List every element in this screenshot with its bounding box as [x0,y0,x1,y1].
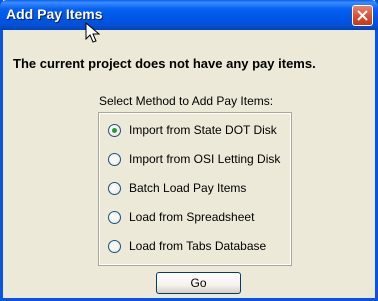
radio-selected-icon[interactable] [108,123,121,137]
close-button[interactable] [352,5,373,26]
option-label: Import from State DOT Disk [129,123,277,137]
mouse-pointer-icon [85,22,101,43]
no-pay-items-message: The current project does not have any pa… [13,56,316,71]
option-batch-load[interactable]: Batch Load Pay Items [108,179,246,197]
option-label: Load from Tabs Database [129,239,267,253]
option-label: Load from Spreadsheet [129,210,255,224]
radio-icon[interactable] [108,239,121,253]
option-label: Import from OSI Letting Disk [129,152,281,166]
option-load-spreadsheet[interactable]: Load from Spreadsheet [108,208,254,226]
dialog-title: Add Pay Items [6,6,103,22]
option-import-osi-letting[interactable]: Import from OSI Letting Disk [108,150,280,168]
option-label: Batch Load Pay Items [129,181,247,195]
title-bar[interactable]: Add Pay Items [0,0,378,30]
radio-icon[interactable] [108,181,121,195]
select-method-label: Select Method to Add Pay Items: [99,94,274,108]
radio-icon[interactable] [108,152,121,166]
dialog-window: Add Pay Items The current project does n… [0,0,378,301]
option-load-tabs-database[interactable]: Load from Tabs Database [108,237,266,255]
option-import-state-dot[interactable]: Import from State DOT Disk [108,121,277,139]
close-icon [357,10,368,21]
go-button[interactable]: Go [156,272,241,294]
radio-icon[interactable] [108,210,121,224]
